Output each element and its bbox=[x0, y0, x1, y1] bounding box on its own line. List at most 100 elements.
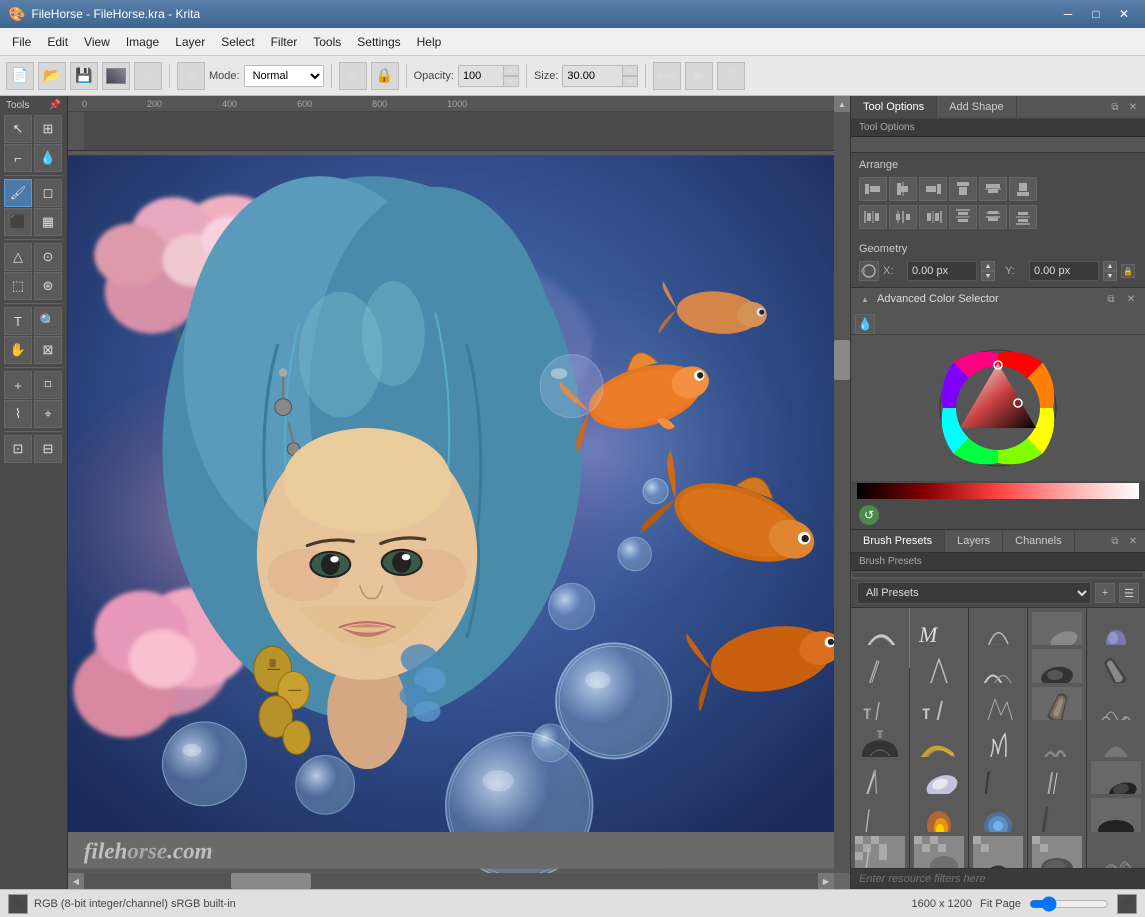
statusbar-icon[interactable]: ⊞ bbox=[8, 894, 28, 914]
size-input[interactable] bbox=[562, 65, 622, 87]
panel-close-button[interactable]: ✕ bbox=[1125, 99, 1141, 115]
distribute-bottom-button[interactable] bbox=[1009, 205, 1037, 229]
vscroll-track[interactable] bbox=[834, 112, 850, 873]
align-left-button[interactable] bbox=[859, 177, 887, 201]
y-up[interactable]: ▲ bbox=[1103, 261, 1117, 271]
size-control[interactable]: ▲ ▼ bbox=[562, 65, 638, 87]
color-wheel[interactable] bbox=[933, 343, 1063, 473]
hscroll-left-button[interactable]: ◀ bbox=[68, 873, 84, 889]
size-spinbox-buttons[interactable]: ▲ ▼ bbox=[622, 65, 638, 87]
new-file-button[interactable]: 📄 bbox=[6, 62, 34, 90]
opacity-down[interactable]: ▼ bbox=[503, 76, 519, 87]
panel-float-button[interactable]: ⧉ bbox=[1107, 99, 1123, 115]
paint-brush-tool[interactable]: 🖌 bbox=[4, 179, 32, 207]
color-refresh-button[interactable]: ↺ bbox=[859, 505, 879, 525]
brush-category-selector[interactable]: All Presets Basic Ink Watercolor bbox=[857, 582, 1091, 604]
brush-item-32[interactable] bbox=[910, 832, 968, 868]
smart-patch-tool[interactable]: ⊟ bbox=[34, 435, 62, 463]
size-down[interactable]: ▼ bbox=[622, 76, 638, 87]
menu-view[interactable]: View bbox=[76, 31, 118, 53]
canvas-horizontal-scrollbar[interactable]: ◀ ▶ bbox=[68, 873, 834, 889]
thumbnail-button[interactable] bbox=[102, 62, 130, 90]
text-tool[interactable]: T bbox=[4, 307, 32, 335]
menu-help[interactable]: Help bbox=[409, 31, 450, 53]
opacity-spinbox-buttons[interactable]: ▲ ▼ bbox=[503, 65, 519, 87]
lock-aspect-button[interactable]: 🔒 bbox=[1121, 264, 1135, 278]
measure-tool[interactable]: ⌇ bbox=[4, 400, 32, 428]
selection-tool[interactable]: ⬚ bbox=[4, 272, 32, 300]
mode-selector[interactable]: Normal Multiply Screen Overlay bbox=[244, 65, 324, 87]
eraser-tool[interactable]: ◻ bbox=[34, 179, 62, 207]
transform-tool[interactable]: ⊞ bbox=[34, 115, 62, 143]
brush-add-button[interactable]: + bbox=[1095, 583, 1115, 603]
color-panel-float[interactable]: ⧉ bbox=[1103, 291, 1119, 307]
align-center-h-button[interactable] bbox=[889, 177, 917, 201]
align-right-button[interactable] bbox=[919, 177, 947, 201]
distribute-right-button[interactable] bbox=[919, 205, 947, 229]
x-down[interactable]: ▼ bbox=[981, 271, 995, 281]
size-up[interactable]: ▲ bbox=[622, 65, 638, 76]
brush-panel-close[interactable]: ✕ bbox=[1125, 533, 1141, 549]
align-bottom-button[interactable] bbox=[1009, 177, 1037, 201]
toolbox-pin[interactable]: 📌 bbox=[49, 100, 61, 111]
minimize-button[interactable]: ─ bbox=[1055, 4, 1081, 24]
opacity-up[interactable]: ▲ bbox=[503, 65, 519, 76]
panel-scroll-track[interactable] bbox=[855, 141, 1141, 149]
distribute-left-button[interactable] bbox=[859, 205, 887, 229]
brush-options-button[interactable]: ☰ bbox=[1119, 583, 1139, 603]
brush-item-34[interactable] bbox=[1028, 832, 1086, 868]
pen-tool[interactable]: ⌑ bbox=[34, 371, 62, 399]
contiguous-tool[interactable]: ⊡ bbox=[4, 435, 32, 463]
vscroll-thumb[interactable] bbox=[834, 340, 850, 380]
options-button[interactable]: ⚙ bbox=[717, 62, 745, 90]
statusbar-expand[interactable]: ⊞ bbox=[1117, 894, 1137, 914]
brush-button[interactable]: 🖌 bbox=[134, 62, 162, 90]
menu-tools[interactable]: Tools bbox=[305, 31, 349, 53]
tab-brush-presets[interactable]: Brush Presets bbox=[851, 530, 945, 552]
tab-tool-options[interactable]: Tool Options bbox=[851, 96, 937, 118]
shape-tool[interactable]: △ bbox=[4, 243, 32, 271]
menu-edit[interactable]: Edit bbox=[39, 31, 76, 53]
canvas-area[interactable]: 02004006008001000 bbox=[68, 96, 850, 889]
gradient-tool[interactable]: ▦ bbox=[34, 208, 62, 236]
assistant-tool[interactable]: ⌖ bbox=[34, 400, 62, 428]
x-spinbox[interactable]: ▲ ▼ bbox=[981, 261, 995, 281]
eyedropper-color-btn[interactable]: 💧 bbox=[855, 314, 875, 334]
tab-channels[interactable]: Channels bbox=[1003, 530, 1074, 552]
distribute-center-h-button[interactable] bbox=[889, 205, 917, 229]
painting-canvas[interactable]: filehorse.com bbox=[68, 151, 834, 873]
fill-tool[interactable]: ⬛ bbox=[4, 208, 32, 236]
mirror-button[interactable]: ⟺ bbox=[653, 62, 681, 90]
opacity-input[interactable] bbox=[458, 65, 503, 87]
brush-item-31[interactable] bbox=[851, 832, 909, 868]
alpha-lock-button[interactable]: 🔒 bbox=[371, 62, 399, 90]
canvas-vertical-scrollbar[interactable]: ▲ ▼ bbox=[834, 96, 850, 889]
y-down[interactable]: ▼ bbox=[1103, 271, 1117, 281]
x-up[interactable]: ▲ bbox=[981, 261, 995, 271]
menu-select[interactable]: Select bbox=[213, 31, 262, 53]
color-wheel-container[interactable] bbox=[851, 335, 1145, 481]
pointer-tool[interactable]: ↖ bbox=[4, 115, 32, 143]
menu-filter[interactable]: Filter bbox=[263, 31, 306, 53]
clone-tool[interactable]: ⊠ bbox=[34, 336, 62, 364]
menu-settings[interactable]: Settings bbox=[349, 31, 408, 53]
close-button[interactable]: ✕ bbox=[1111, 4, 1137, 24]
opacity-control[interactable]: ▲ ▼ bbox=[458, 65, 519, 87]
play-button[interactable]: ▶ bbox=[685, 62, 713, 90]
eyedropper-tool[interactable]: 💧 bbox=[34, 144, 62, 172]
maximize-button[interactable]: □ bbox=[1083, 4, 1109, 24]
erase-button[interactable]: ⊘ bbox=[339, 62, 367, 90]
brush-scroll-indicator[interactable] bbox=[851, 571, 1145, 579]
align-top-button[interactable] bbox=[949, 177, 977, 201]
menu-file[interactable]: File bbox=[4, 31, 39, 53]
lasso-tool[interactable]: ⊛ bbox=[34, 272, 62, 300]
menu-layer[interactable]: Layer bbox=[167, 31, 213, 53]
menu-image[interactable]: Image bbox=[118, 31, 167, 53]
brush-filter-input[interactable] bbox=[851, 868, 1145, 889]
x-input[interactable] bbox=[907, 261, 977, 281]
hscroll-thumb[interactable] bbox=[231, 873, 311, 889]
brush-item-33[interactable] bbox=[969, 832, 1027, 868]
color-panel-close[interactable]: ✕ bbox=[1123, 291, 1139, 307]
brush-panel-float[interactable]: ⧉ bbox=[1107, 533, 1123, 549]
distribute-center-v-button[interactable] bbox=[979, 205, 1007, 229]
